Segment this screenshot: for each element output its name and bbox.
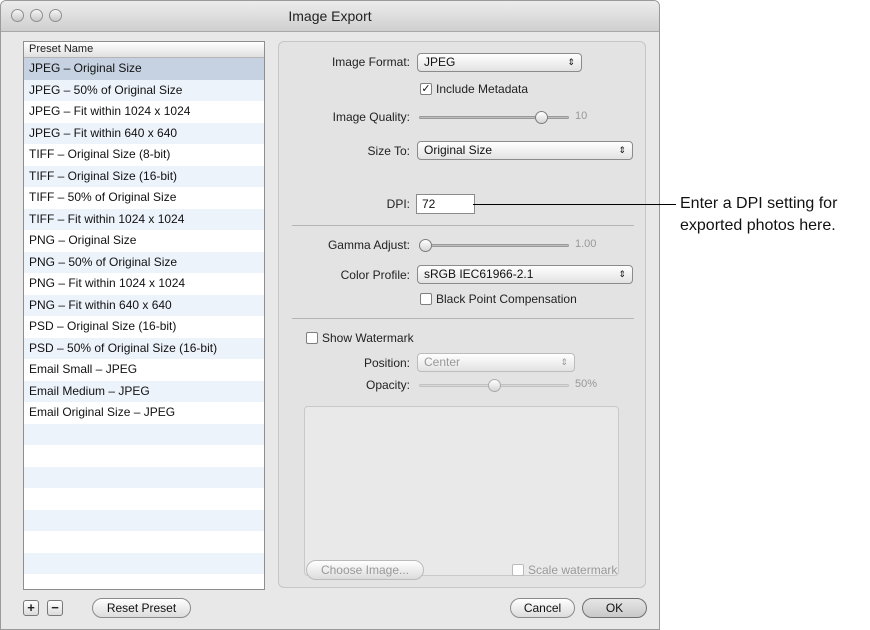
empty-row bbox=[24, 574, 264, 589]
separator bbox=[292, 225, 634, 226]
preset-item[interactable]: TIFF – Original Size (8-bit) bbox=[24, 144, 264, 166]
dpi-callout: Enter a DPI setting for exported photos … bbox=[680, 193, 837, 237]
dpi-label: DPI: bbox=[386, 197, 410, 211]
preset-item[interactable]: TIFF – 50% of Original Size bbox=[24, 187, 264, 209]
updown-arrows-icon: ⇕ bbox=[618, 145, 626, 155]
preset-item[interactable]: Email Original Size – JPEG bbox=[24, 402, 264, 424]
settings-panel: Image Format: JPEG ⇕ ✓ Include Metadata … bbox=[278, 41, 646, 588]
empty-row bbox=[24, 466, 264, 488]
black-point-compensation-label: Black Point Compensation bbox=[436, 292, 577, 306]
empty-row bbox=[24, 423, 264, 445]
position-popup[interactable]: Center ⇕ bbox=[417, 353, 575, 372]
preset-name-column-header[interactable]: Preset Name bbox=[24, 42, 264, 58]
updown-arrows-icon: ⇕ bbox=[567, 57, 575, 67]
updown-arrows-icon: ⇕ bbox=[560, 357, 568, 367]
preset-item[interactable]: JPEG – Original Size bbox=[24, 58, 264, 80]
gamma-adjust-label: Gamma Adjust: bbox=[327, 238, 410, 252]
gamma-adjust-knob[interactable] bbox=[419, 239, 432, 252]
position-value: Center bbox=[424, 355, 461, 369]
image-quality-knob[interactable] bbox=[535, 111, 549, 124]
callout-line-2: exported photos here. bbox=[680, 217, 836, 234]
reset-preset-button[interactable]: Reset Preset bbox=[92, 598, 191, 618]
image-export-window: Image Export Preset Name JPEG – Original… bbox=[0, 0, 660, 630]
scale-watermark-checkbox[interactable] bbox=[512, 564, 524, 576]
remove-preset-button[interactable]: − bbox=[47, 600, 63, 616]
dpi-field[interactable]: 72 bbox=[416, 194, 475, 214]
opacity-value: 50% bbox=[575, 378, 598, 390]
image-format-popup[interactable]: JPEG ⇕ bbox=[417, 53, 582, 72]
empty-row bbox=[24, 488, 264, 510]
show-watermark-label: Show Watermark bbox=[322, 331, 414, 345]
opacity-label: Opacity: bbox=[365, 378, 410, 392]
callout-line-1: Enter a DPI setting for bbox=[680, 195, 838, 212]
choose-image-button[interactable]: Choose Image... bbox=[306, 560, 424, 580]
window-title: Image Export bbox=[288, 8, 372, 24]
scale-watermark-label: Scale watermark bbox=[528, 563, 618, 577]
gamma-adjust-value: 1.00 bbox=[575, 238, 597, 250]
position-label: Position: bbox=[363, 356, 410, 370]
empty-row bbox=[24, 531, 264, 553]
color-profile-value: sRGB IEC61966-2.1 bbox=[424, 267, 534, 281]
preset-item[interactable]: Email Small – JPEG bbox=[24, 359, 264, 381]
title-bar: Image Export bbox=[1, 1, 659, 32]
preset-item[interactable]: PSD – Original Size (16-bit) bbox=[24, 316, 264, 338]
size-to-label: Size To: bbox=[367, 144, 410, 158]
cancel-button[interactable]: Cancel bbox=[510, 598, 575, 618]
preset-item[interactable]: JPEG – Fit within 1024 x 1024 bbox=[24, 101, 264, 123]
size-to-popup[interactable]: Original Size ⇕ bbox=[417, 141, 633, 160]
separator bbox=[292, 318, 634, 319]
gamma-adjust-slider[interactable] bbox=[419, 244, 569, 247]
empty-row bbox=[24, 552, 264, 574]
image-quality-value: 10 bbox=[575, 110, 588, 122]
image-quality-label: Image Quality: bbox=[332, 110, 410, 124]
preset-item[interactable]: TIFF – Original Size (16-bit) bbox=[24, 165, 264, 187]
preset-item[interactable]: JPEG – 50% of Original Size bbox=[24, 79, 264, 101]
preset-item[interactable]: PSD – 50% of Original Size (16-bit) bbox=[24, 337, 264, 359]
preset-item[interactable]: PNG – Original Size bbox=[24, 230, 264, 252]
preset-item[interactable]: PNG – 50% of Original Size bbox=[24, 251, 264, 273]
include-metadata-label: Include Metadata bbox=[436, 82, 529, 96]
image-format-value: JPEG bbox=[424, 55, 456, 69]
updown-arrows-icon: ⇕ bbox=[618, 269, 626, 279]
color-profile-label: Color Profile: bbox=[340, 268, 410, 282]
size-to-value: Original Size bbox=[424, 143, 493, 157]
preset-item[interactable]: JPEG – Fit within 640 x 640 bbox=[24, 122, 264, 144]
preset-item[interactable]: TIFF – Fit within 1024 x 1024 bbox=[24, 208, 264, 230]
show-watermark-checkbox[interactable] bbox=[306, 332, 318, 344]
preset-item[interactable]: Email Medium – JPEG bbox=[24, 380, 264, 402]
black-point-compensation-checkbox[interactable] bbox=[420, 293, 432, 305]
preset-list[interactable]: Preset Name JPEG – Original Size JPEG – 5… bbox=[23, 41, 265, 590]
color-profile-popup[interactable]: sRGB IEC61966-2.1 ⇕ bbox=[417, 265, 633, 284]
preset-item[interactable]: PNG – Fit within 640 x 640 bbox=[24, 294, 264, 316]
ok-button[interactable]: OK bbox=[582, 598, 647, 618]
preset-item[interactable]: PNG – Fit within 1024 x 1024 bbox=[24, 273, 264, 295]
opacity-knob[interactable] bbox=[487, 379, 501, 392]
image-format-label: Image Format: bbox=[331, 55, 410, 69]
callout-line bbox=[473, 204, 676, 205]
include-metadata-checkbox[interactable]: ✓ bbox=[420, 83, 432, 95]
empty-row bbox=[24, 445, 264, 467]
empty-row bbox=[24, 509, 264, 531]
add-preset-button[interactable]: + bbox=[23, 600, 39, 616]
preset-rows: JPEG – Original Size JPEG – 50% of Origin… bbox=[24, 58, 264, 589]
watermark-preview-well[interactable] bbox=[304, 406, 619, 576]
